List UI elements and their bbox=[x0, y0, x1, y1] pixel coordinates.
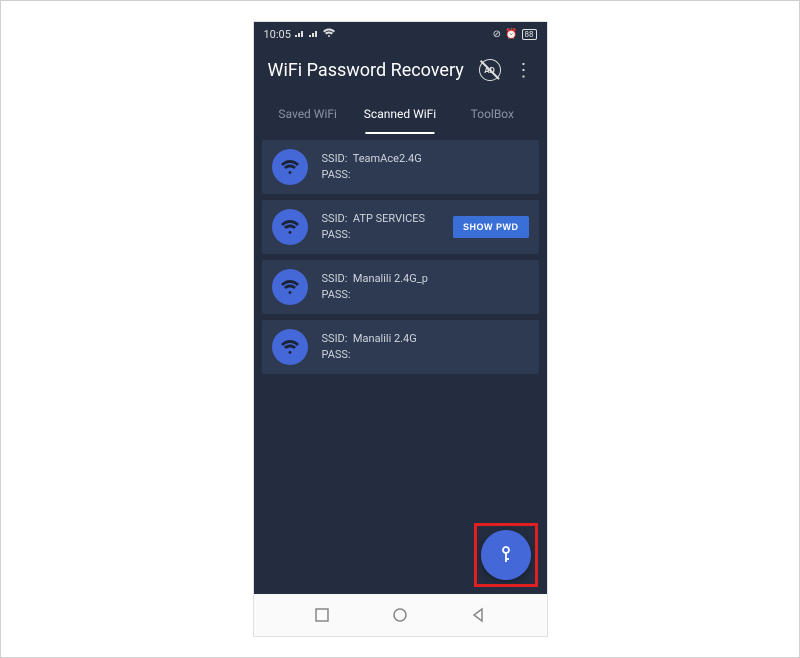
more-menu-icon[interactable]: ⋮ bbox=[515, 60, 533, 81]
pass-label: PASS: bbox=[322, 348, 351, 361]
pass-label: PASS: bbox=[322, 168, 351, 181]
tab-scanned-wifi[interactable]: Scanned WiFi bbox=[354, 94, 446, 134]
nav-bar bbox=[254, 594, 547, 636]
alert-icon: ⊘ bbox=[493, 29, 501, 40]
status-right: ⊘ ⏰ 88 bbox=[493, 29, 537, 40]
ssid-value: ATP SERVICES bbox=[353, 212, 425, 225]
ssid-value: Manalili 2.4G bbox=[353, 332, 417, 345]
wifi-list: SSID: TeamAce2.4G PASS: SSID: ATP SERVIC… bbox=[254, 134, 547, 594]
wifi-info: SSID: ATP SERVICES PASS: bbox=[322, 211, 440, 244]
nav-back-button[interactable] bbox=[470, 607, 486, 623]
ssid-label: SSID: bbox=[322, 332, 348, 345]
pass-label: PASS: bbox=[322, 228, 351, 241]
status-left: 10:05 bbox=[264, 28, 335, 41]
alarm-icon: ⏰ bbox=[505, 29, 517, 40]
show-password-button[interactable]: SHOW PWD bbox=[453, 216, 529, 238]
app-header: WiFi Password Recovery AD ⋮ bbox=[254, 46, 547, 94]
no-ads-icon[interactable]: AD bbox=[479, 59, 501, 81]
key-icon bbox=[496, 545, 516, 565]
wifi-info: SSID: Manalili 2.4G_p PASS: bbox=[322, 271, 529, 304]
tabs: Saved WiFi Scanned WiFi ToolBox bbox=[254, 94, 547, 134]
wifi-list-item[interactable]: SSID: Manalili 2.4G PASS: bbox=[262, 320, 539, 374]
signal-icon bbox=[295, 28, 305, 41]
key-fab-button[interactable] bbox=[481, 530, 531, 580]
header-actions: AD ⋮ bbox=[479, 59, 533, 81]
nav-home-button[interactable] bbox=[392, 607, 408, 623]
wifi-icon bbox=[272, 329, 308, 365]
wifi-icon bbox=[272, 209, 308, 245]
ssid-label: SSID: bbox=[322, 152, 348, 165]
signal-icon-2 bbox=[309, 28, 319, 41]
battery-icon: 88 bbox=[522, 29, 537, 40]
wifi-info: SSID: Manalili 2.4G PASS: bbox=[322, 331, 529, 364]
pass-label: PASS: bbox=[322, 288, 351, 301]
ssid-value: Manalili 2.4G_p bbox=[353, 272, 428, 285]
tab-saved-wifi[interactable]: Saved WiFi bbox=[262, 94, 354, 134]
ssid-label: SSID: bbox=[322, 272, 348, 285]
wifi-list-item[interactable]: SSID: ATP SERVICES PASS: SHOW PWD bbox=[262, 200, 539, 254]
status-bar: 10:05 ⊘ ⏰ 88 bbox=[254, 22, 547, 46]
wifi-list-item[interactable]: SSID: TeamAce2.4G PASS: bbox=[262, 140, 539, 194]
tab-toolbox[interactable]: ToolBox bbox=[446, 94, 538, 134]
wifi-list-item[interactable]: SSID: Manalili 2.4G_p PASS: bbox=[262, 260, 539, 314]
wifi-icon bbox=[272, 269, 308, 305]
nav-recent-button[interactable] bbox=[314, 607, 330, 623]
status-time: 10:05 bbox=[264, 28, 291, 41]
wifi-icon bbox=[272, 149, 308, 185]
ssid-value: TeamAce2.4G bbox=[353, 152, 422, 165]
ssid-label: SSID: bbox=[322, 212, 348, 225]
app-title: WiFi Password Recovery bbox=[268, 60, 464, 81]
phone-frame: 10:05 ⊘ ⏰ 88 WiFi Password Recovery AD ⋮ bbox=[253, 21, 548, 637]
wifi-info: SSID: TeamAce2.4G PASS: bbox=[322, 151, 529, 184]
wifi-status-icon bbox=[323, 28, 335, 41]
